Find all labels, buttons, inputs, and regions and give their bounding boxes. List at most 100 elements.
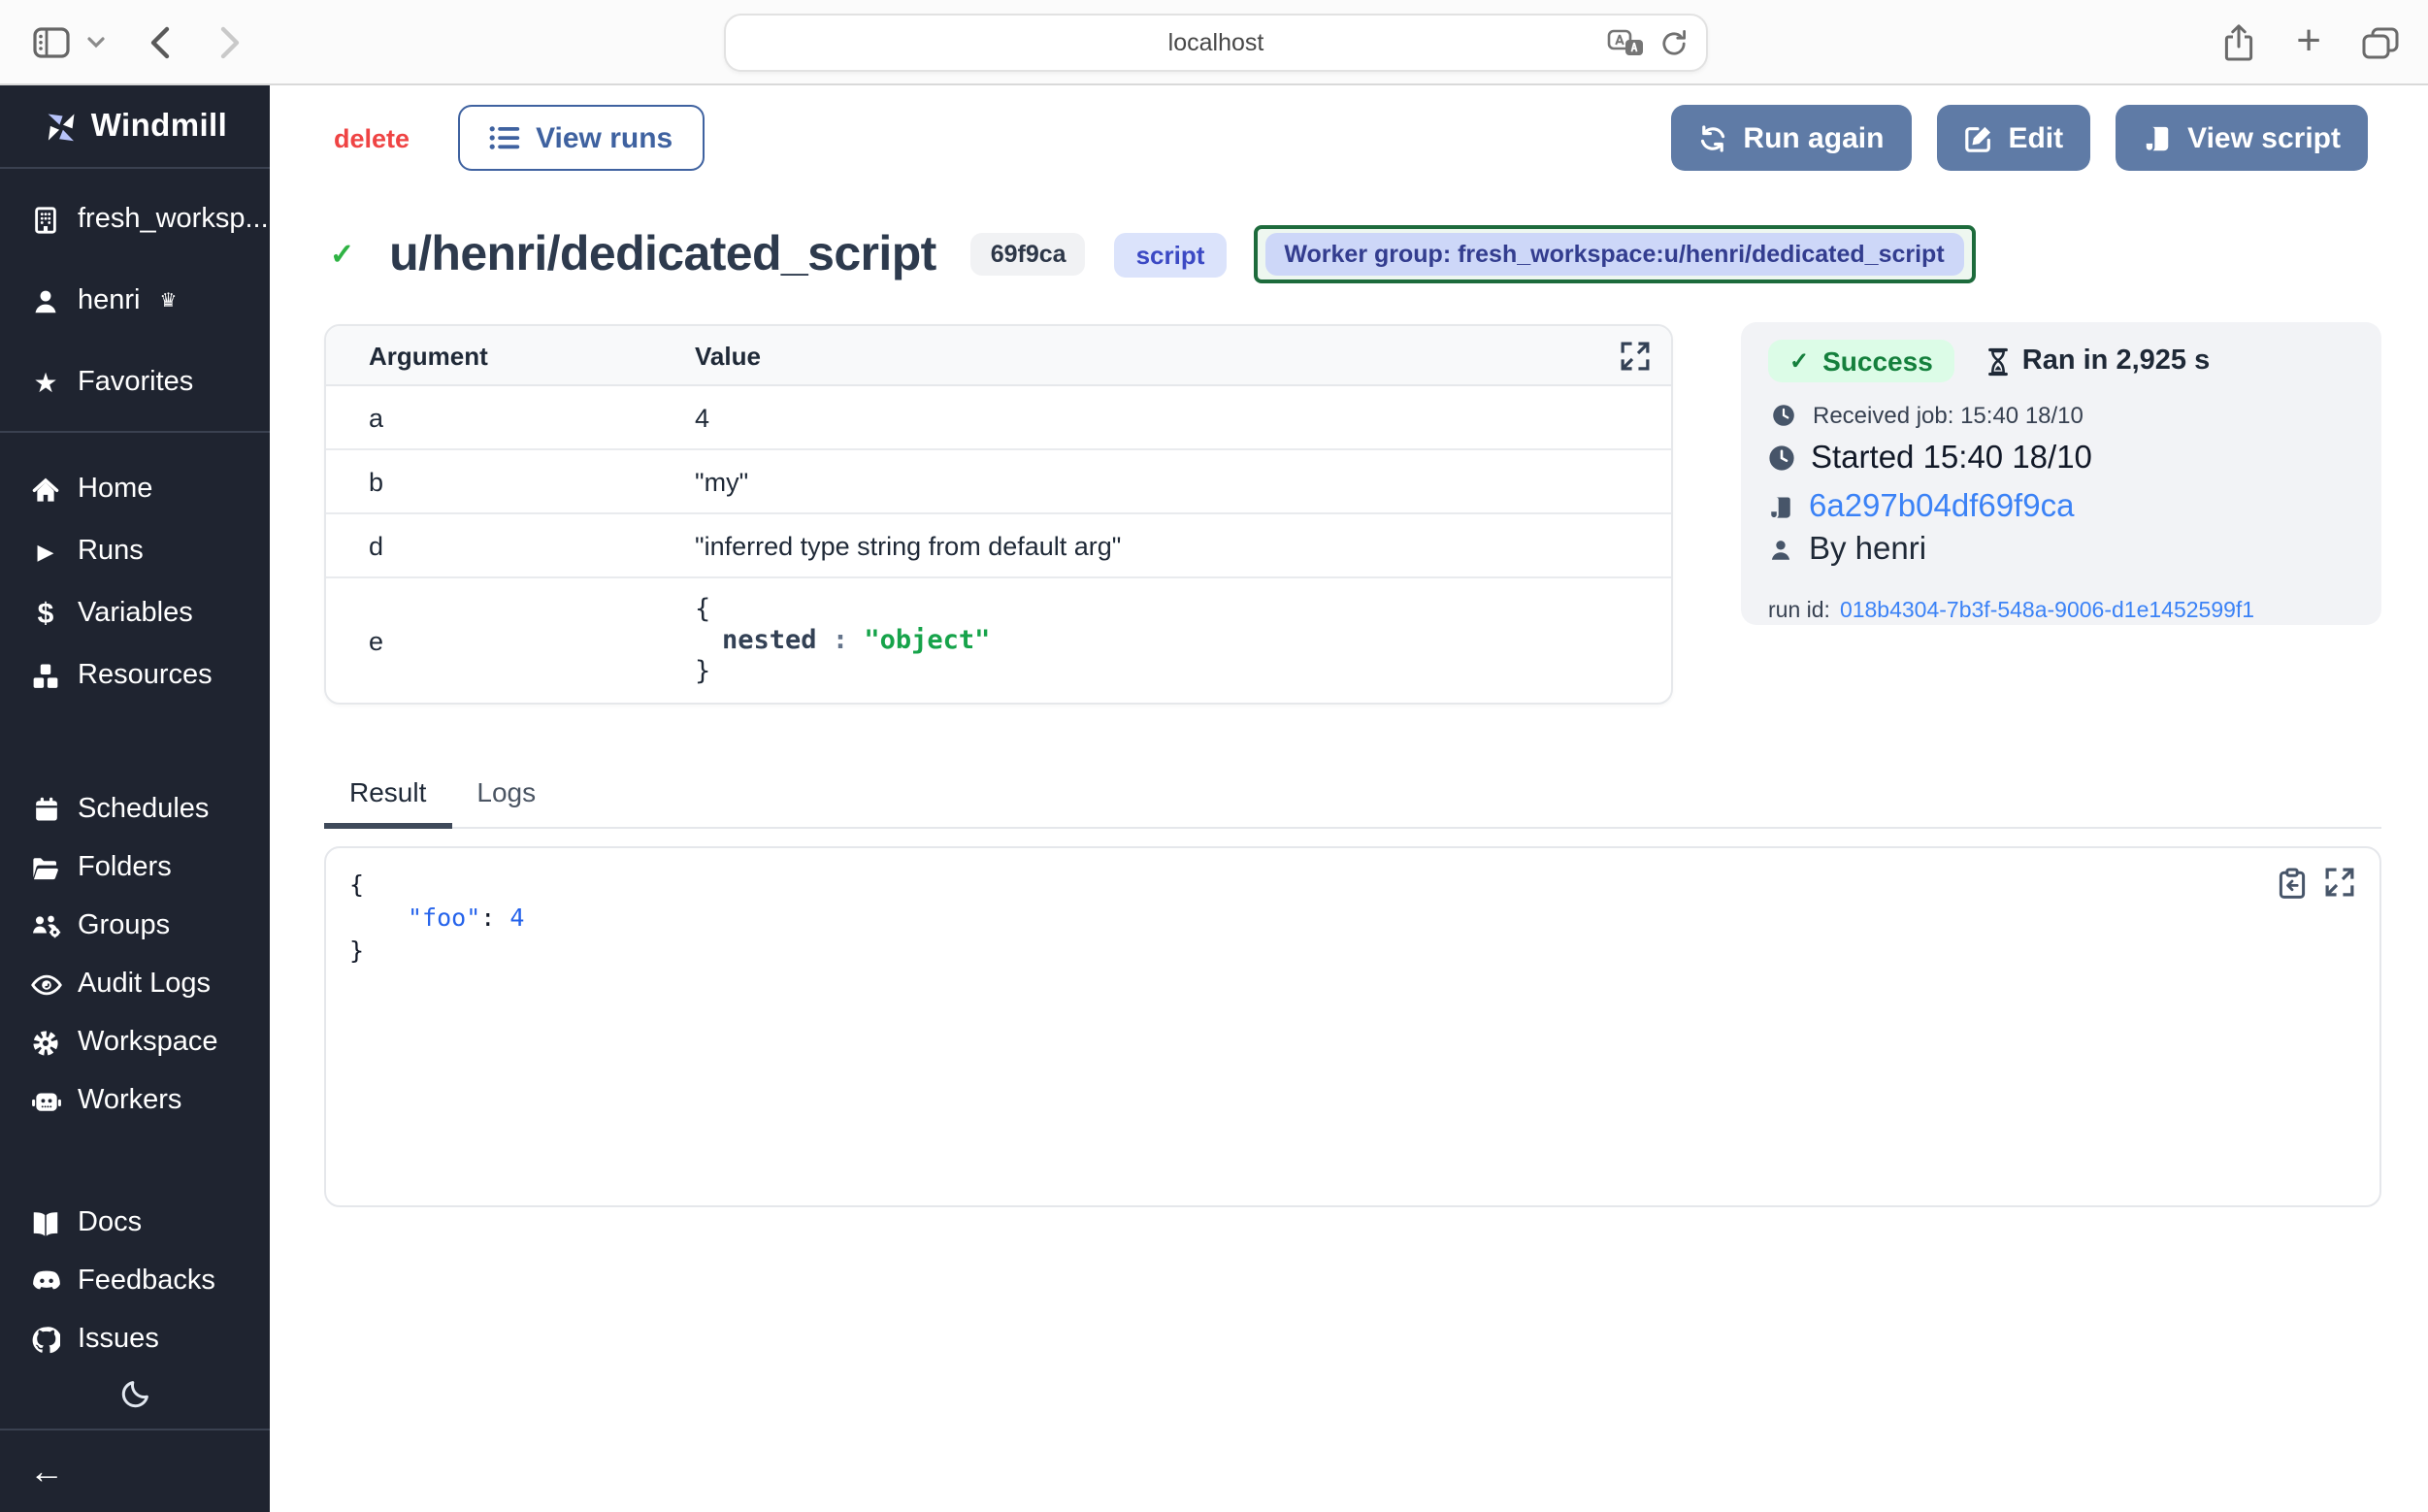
job-id-row: 6a297b04df69f9ca: [1768, 487, 2354, 526]
user-name: henri: [78, 285, 141, 316]
result-panel: { "foo": 4 }: [324, 846, 2381, 1207]
forward-button-icon[interactable]: [219, 24, 241, 59]
gear-icon: [29, 1028, 62, 1057]
edit-button[interactable]: Edit: [1936, 105, 2090, 171]
moon-icon: [119, 1378, 150, 1409]
arg-name: a: [326, 403, 695, 432]
scroll-icon: [2143, 123, 2172, 152]
json-colon: :: [817, 625, 865, 656]
windmill-logo[interactable]: Windmill: [0, 85, 270, 169]
book-icon: [29, 1210, 62, 1235]
column-header-argument: Argument: [326, 341, 695, 370]
json-close-brace: }: [695, 656, 990, 687]
sidebar-item-resources[interactable]: Resources: [0, 644, 270, 707]
run-again-button[interactable]: Run again: [1671, 105, 1911, 171]
home-icon: [29, 475, 62, 504]
actions-row: delete View runs Run again: [334, 105, 2368, 171]
view-runs-button[interactable]: View runs: [458, 105, 704, 171]
list-icon: [489, 124, 520, 151]
json-key: nested: [722, 625, 817, 656]
job-id-link[interactable]: 6a297b04df69f9ca: [1809, 488, 2074, 525]
sidebar-item-favorites[interactable]: ★ Favorites: [0, 342, 270, 423]
table-row: d "inferred type string from default arg…: [326, 514, 1671, 578]
sidebar-item-feedbacks[interactable]: Feedbacks: [0, 1252, 270, 1310]
sidebar-item-label: Folders: [78, 852, 172, 883]
address-bar-url: localhost: [1168, 29, 1264, 56]
sidebar-item-label: Schedules: [78, 794, 209, 825]
refresh-icon: [1698, 123, 1727, 152]
json-key: "foo": [408, 903, 480, 932]
reload-icon[interactable]: [1659, 28, 1689, 57]
sidebar-item-audit-logs[interactable]: Audit Logs: [0, 955, 270, 1013]
copy-result-icon[interactable]: [2279, 868, 2306, 899]
worker-group-badge[interactable]: Worker group: fresh_workspace:u/henri/de…: [1264, 233, 1963, 276]
windmill-logo-label: Windmill: [91, 108, 227, 145]
sidebar-item-label: Home: [78, 474, 152, 505]
arg-value: 4: [695, 403, 709, 432]
delete-button[interactable]: delete: [334, 123, 410, 152]
translate-icon[interactable]: [1607, 28, 1646, 57]
run-author-row: By henri: [1768, 530, 2354, 569]
sidebar-item-issues[interactable]: Issues: [0, 1310, 270, 1368]
sidebar-item-docs[interactable]: Docs: [0, 1194, 270, 1252]
tab-logs[interactable]: Logs: [451, 776, 561, 827]
sidebar-item-variables[interactable]: $ Variables: [0, 582, 270, 644]
discord-icon: [29, 1269, 62, 1293]
run-info-panel: ✓ Success Ran in 2,925 s Received job: 1…: [1741, 322, 2381, 625]
sidebar-item-label: Feedbacks: [78, 1265, 215, 1297]
sidebar-item-workspace[interactable]: Workspace: [0, 1013, 270, 1071]
table-row: e { nested : "object" }: [326, 578, 1671, 703]
sidebar-item-workers[interactable]: Workers: [0, 1071, 270, 1130]
received-job-label: Received job: 15:40 18/10: [1813, 402, 2083, 429]
column-header-value: Value: [695, 341, 761, 370]
address-bar[interactable]: localhost: [724, 14, 1708, 72]
person-icon: [1768, 537, 1793, 562]
back-button-icon[interactable]: [149, 24, 171, 59]
tab-overview-icon[interactable]: [2362, 26, 2399, 59]
app-window: localhost + Windm: [0, 0, 2428, 1512]
view-script-button[interactable]: View script: [2116, 105, 2368, 171]
expand-table-icon[interactable]: [1621, 342, 1650, 371]
sidebar-collapse[interactable]: ←: [0, 1429, 270, 1512]
status-badge: ✓ Success: [1768, 340, 1954, 382]
share-icon[interactable]: [2222, 23, 2255, 62]
new-tab-icon[interactable]: +: [2296, 19, 2321, 62]
workspace-selector[interactable]: fresh_worksp...: [0, 179, 270, 260]
status-label: Success: [1822, 345, 1933, 377]
chevron-down-icon[interactable]: [87, 36, 105, 48]
dark-mode-toggle[interactable]: [0, 1378, 270, 1429]
expand-result-icon[interactable]: [2325, 868, 2354, 899]
json-line: nested : "object": [695, 625, 990, 656]
folder-icon: [29, 855, 62, 880]
user-icon: [29, 286, 62, 315]
json-close-brace: }: [349, 934, 2356, 967]
view-runs-label: View runs: [536, 121, 673, 154]
collapse-arrow-icon: ←: [29, 1451, 64, 1492]
sidebar-item-groups[interactable]: Groups: [0, 897, 270, 955]
result-tabs: Result Logs: [324, 776, 2381, 829]
table-row: a 4: [326, 386, 1671, 450]
sidebar-item-label: Runs: [78, 536, 144, 567]
robot-icon: [29, 1088, 62, 1113]
sidebar-item-runs[interactable]: ▶ Runs: [0, 520, 270, 582]
main-content: delete View runs Run again: [270, 85, 2428, 1512]
users-gear-icon: [29, 912, 62, 939]
sidebar-toggle-icon[interactable]: [33, 26, 70, 57]
run-again-label: Run again: [1743, 121, 1884, 154]
run-id-row: run id: 018b4304-7b3f-548a-9006-d1e14525…: [1768, 598, 2354, 625]
calendar-icon: [29, 796, 62, 823]
superadmin-crown-icon: ♛: [160, 290, 178, 312]
json-line: "foo": 4: [349, 901, 2356, 934]
arg-name: d: [326, 531, 695, 560]
view-script-label: View script: [2187, 121, 2341, 154]
sidebar-item-folders[interactable]: Folders: [0, 838, 270, 897]
script-kind-badge[interactable]: script: [1115, 232, 1227, 277]
json-colon: :: [480, 903, 509, 932]
tab-result[interactable]: Result: [324, 776, 451, 829]
json-open-brace: {: [695, 594, 990, 625]
sidebar-item-home[interactable]: Home: [0, 458, 270, 520]
run-id-link[interactable]: 018b4304-7b3f-548a-9006-d1e1452599f1: [1840, 600, 2254, 623]
arg-value: "inferred type string from default arg": [695, 531, 1121, 560]
user-menu[interactable]: henri ♛: [0, 260, 270, 342]
sidebar-item-schedules[interactable]: Schedules: [0, 780, 270, 838]
